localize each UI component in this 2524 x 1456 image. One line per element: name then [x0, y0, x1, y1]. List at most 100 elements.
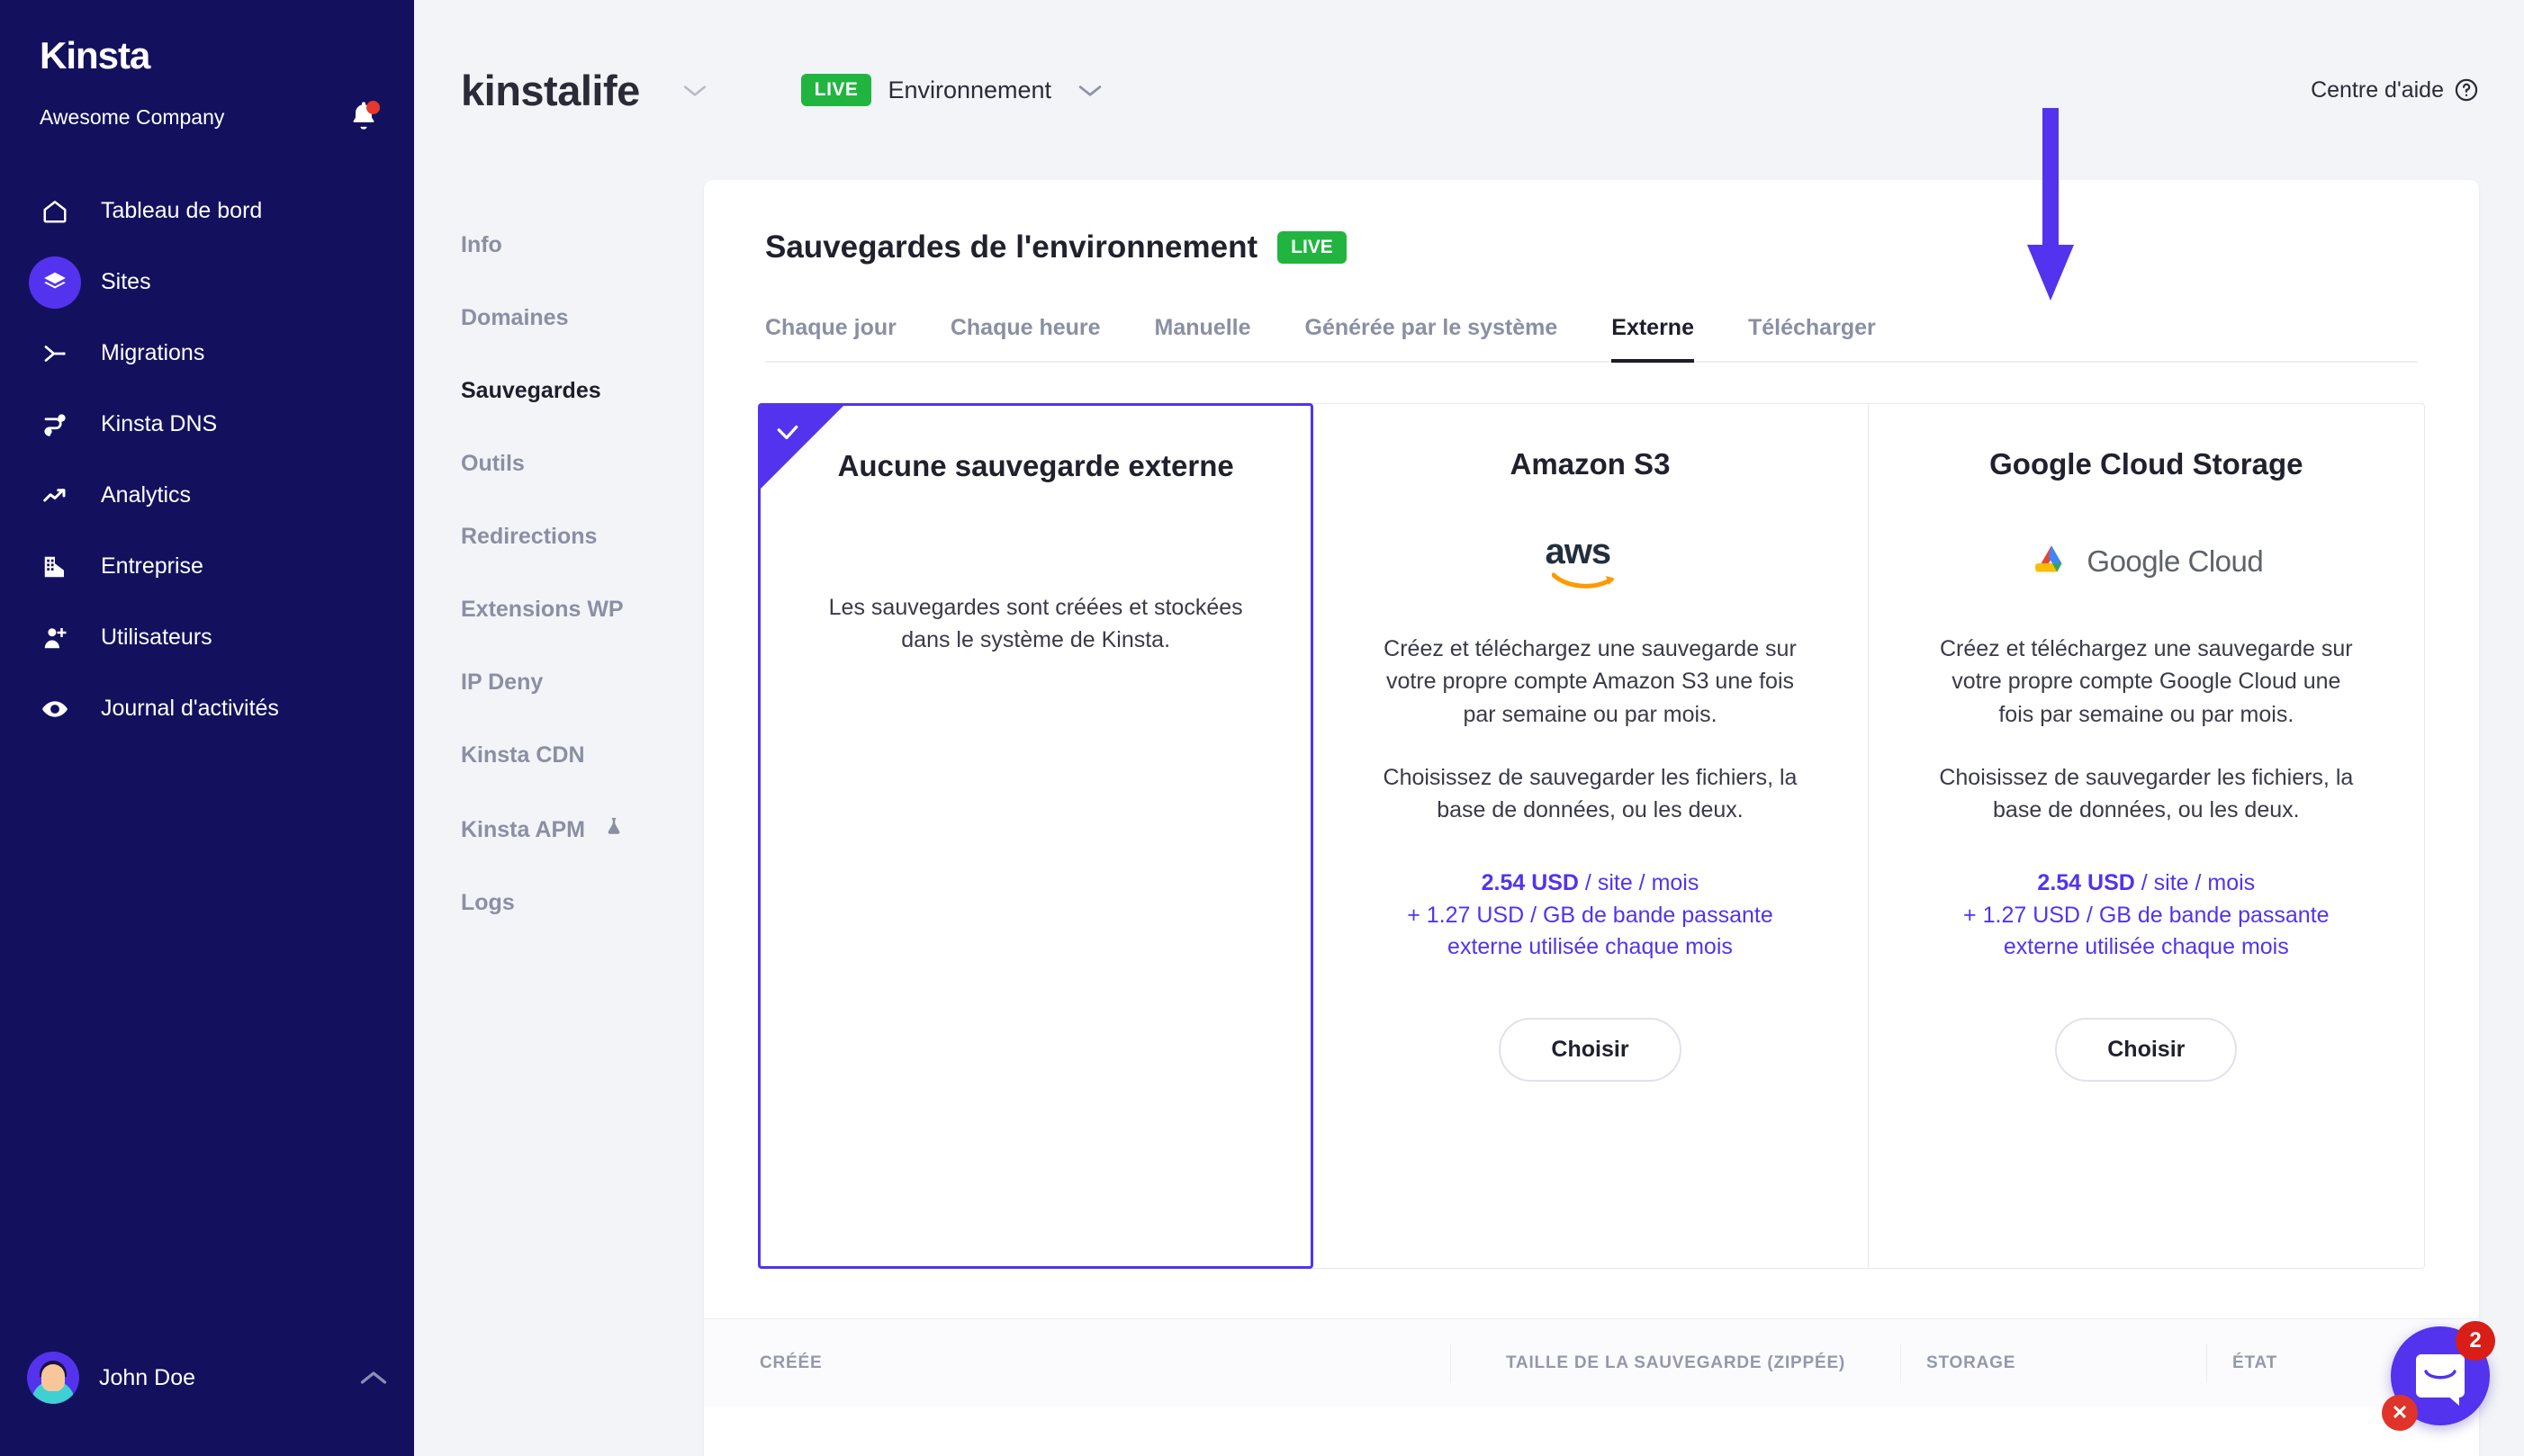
sidebar-label: Tableau de bord — [101, 198, 262, 224]
sidebar-label: Utilisateurs — [101, 625, 212, 651]
check-icon — [776, 421, 799, 445]
primary-sidebar: Kinsta Awesome Company Tableau de bord — [0, 0, 414, 1456]
subnav-item-logs[interactable]: Logs — [461, 867, 704, 939]
price-unit: / site / mois — [1579, 870, 1699, 895]
help-center-link[interactable]: Centre d'aide — [2311, 77, 2479, 103]
tab-generee-par-le-systeme[interactable]: Générée par le système — [1305, 315, 1558, 361]
notification-badge-dot — [366, 101, 380, 114]
main-area: kinstalife LIVE Environnement Centre d'a… — [414, 0, 2524, 1456]
chat-unread-badge: 2 — [2456, 1321, 2495, 1361]
tab-chaque-jour[interactable]: Chaque jour — [765, 315, 897, 361]
backups-panel: Sauvegardes de l'environnement LIVE Chaq… — [704, 180, 2479, 1456]
choose-amazon-s3-button[interactable]: Choisir — [1499, 1018, 1681, 1082]
card-google-cloud-storage[interactable]: Google Cloud Storage — [1869, 404, 2424, 1268]
tab-externe[interactable]: Externe — [1611, 315, 1694, 361]
sidebar-item-utilisateurs[interactable]: Utilisateurs — [0, 602, 414, 673]
column-header-storage: STORAGE — [1901, 1344, 2207, 1383]
aws-smile-icon — [1552, 570, 1627, 589]
page-title: Sauvegardes de l'environnement — [765, 229, 1257, 265]
column-header-creee: CRÉÉE — [704, 1344, 1451, 1383]
sidebar-item-analytics[interactable]: Analytics — [0, 460, 414, 531]
environment-chevron-down-icon[interactable] — [1078, 76, 1102, 104]
price-amount: 2.54 USD — [2037, 870, 2134, 895]
subnav-item-ip-deny[interactable]: IP Deny — [461, 646, 704, 719]
card-description-2: Choisissez de sauvegarder les fichiers, … — [1934, 761, 2357, 827]
chevron-up-icon[interactable] — [360, 1364, 387, 1392]
building-icon — [29, 541, 81, 593]
panel-live-badge: LIVE — [1277, 231, 1347, 264]
sidebar-item-tableau-de-bord[interactable]: Tableau de bord — [0, 175, 414, 247]
card-description-1: Créez et téléchargez une sauvegarde sur … — [1934, 633, 2357, 731]
choose-google-cloud-storage-button[interactable]: Choisir — [2055, 1018, 2237, 1082]
tab-manuelle[interactable]: Manuelle — [1155, 315, 1251, 361]
selected-ribbon — [761, 406, 843, 489]
card-title: Aucune sauvegarde externe — [838, 449, 1234, 483]
sidebar-label: Migrations — [101, 340, 204, 366]
secondary-sidebar: Info Domaines Sauvegardes Outils Redirec… — [461, 180, 704, 1456]
eye-icon — [29, 683, 81, 735]
backups-table-header: CRÉÉE TAILLE DE LA SAUVEGARDE (ZIPPÉE) S… — [704, 1318, 2479, 1407]
price-extra: + 1.27 USD / GB de bande passante extern… — [1374, 900, 1806, 964]
sidebar-nav: Tableau de bord Sites Migrations — [0, 175, 414, 744]
card-pricing: 2.54 USD / site / mois + 1.27 USD / GB d… — [1930, 867, 2362, 964]
home-icon — [29, 185, 81, 238]
user-name: John Doe — [99, 1365, 360, 1391]
top-bar: kinstalife LIVE Environnement Centre d'a… — [414, 0, 2524, 180]
column-header-taille: TAILLE DE LA SAUVEGARDE (ZIPPÉE) — [1451, 1344, 1901, 1383]
kinsta-logo[interactable]: Kinsta — [40, 34, 149, 77]
card-description-1: Créez et téléchargez une sauvegarde sur … — [1378, 633, 1801, 731]
subnav-item-domaines[interactable]: Domaines — [461, 282, 704, 355]
app-root: Kinsta Awesome Company Tableau de bord — [0, 0, 2524, 1456]
tab-telecharger[interactable]: Télécharger — [1748, 315, 1876, 361]
sidebar-label: Sites — [101, 269, 151, 295]
sidebar-label: Kinsta DNS — [101, 411, 217, 437]
card-amazon-s3[interactable]: Amazon S3 aws Créez et téléchargez une s… — [1312, 404, 1868, 1268]
subnav-label: Kinsta APM — [461, 817, 585, 842]
close-icon[interactable]: ✕ — [2382, 1395, 2418, 1431]
sidebar-item-kinsta-dns[interactable]: Kinsta DNS — [0, 389, 414, 460]
sidebar-label: Journal d'activités — [101, 696, 279, 722]
aws-logo: aws — [1545, 526, 1635, 597]
sidebar-item-entreprise[interactable]: Entreprise — [0, 531, 414, 602]
card-aucune-sauvegarde-externe[interactable]: Aucune sauvegarde externe Les sauvegarde… — [758, 403, 1313, 1269]
subnav-item-extensions-wp[interactable]: Extensions WP — [461, 573, 704, 646]
subnav-item-redirections[interactable]: Redirections — [461, 500, 704, 573]
tab-chaque-heure[interactable]: Chaque heure — [951, 315, 1101, 361]
google-cloud-logo: Google Cloud — [2029, 526, 2263, 597]
sidebar-label: Analytics — [101, 482, 191, 508]
content-columns: Info Domaines Sauvegardes Outils Redirec… — [414, 180, 2524, 1456]
trending-up-icon — [29, 470, 81, 522]
google-cloud-mark-icon — [2029, 543, 2074, 580]
help-center-label: Centre d'aide — [2311, 77, 2444, 103]
card-description-2: Choisissez de sauvegarder les fichiers, … — [1378, 761, 1801, 827]
notifications-button[interactable] — [346, 99, 382, 135]
sidebar-label: Entreprise — [101, 553, 203, 580]
backup-tabs: Chaque jour Chaque heure Manuelle Généré… — [765, 315, 2418, 363]
organization-row: Awesome Company — [40, 99, 382, 135]
price-unit: / site / mois — [2135, 870, 2255, 895]
environment-selector[interactable]: LIVE Environnement — [801, 74, 1102, 106]
sidebar-item-journal-activites[interactable]: Journal d'activités — [0, 673, 414, 744]
layers-icon — [29, 256, 81, 309]
subnav-item-kinsta-cdn[interactable]: Kinsta CDN — [461, 719, 704, 792]
live-badge: LIVE — [801, 74, 872, 106]
user-profile-button[interactable]: John Doe — [27, 1352, 387, 1404]
environment-label: Environnement — [888, 76, 1051, 104]
migration-icon — [29, 328, 81, 380]
panel-header: Sauvegardes de l'environnement LIVE Chaq… — [704, 180, 2479, 363]
card-description: Les sauvegardes sont créées et stockées … — [825, 591, 1248, 657]
external-backup-options: Aucune sauvegarde externe Les sauvegarde… — [758, 403, 2425, 1269]
subnav-item-outils[interactable]: Outils — [461, 427, 704, 500]
card-pricing: 2.54 USD / site / mois + 1.27 USD / GB d… — [1374, 867, 1806, 964]
subnav-item-sauvegardes[interactable]: Sauvegardes — [461, 355, 704, 427]
site-switcher-chevron-down-icon[interactable] — [683, 76, 707, 104]
chat-bubble-icon — [2416, 1354, 2465, 1398]
subnav-item-kinsta-apm[interactable]: Kinsta APM — [461, 792, 704, 867]
card-title: Google Cloud Storage — [1989, 447, 2303, 481]
dns-icon — [29, 399, 81, 451]
panel-title-row: Sauvegardes de l'environnement LIVE — [765, 229, 2418, 265]
sidebar-item-migrations[interactable]: Migrations — [0, 318, 414, 389]
smile-icon — [2424, 1370, 2456, 1384]
sidebar-item-sites[interactable]: Sites — [0, 247, 414, 318]
subnav-item-info[interactable]: Info — [461, 209, 704, 282]
